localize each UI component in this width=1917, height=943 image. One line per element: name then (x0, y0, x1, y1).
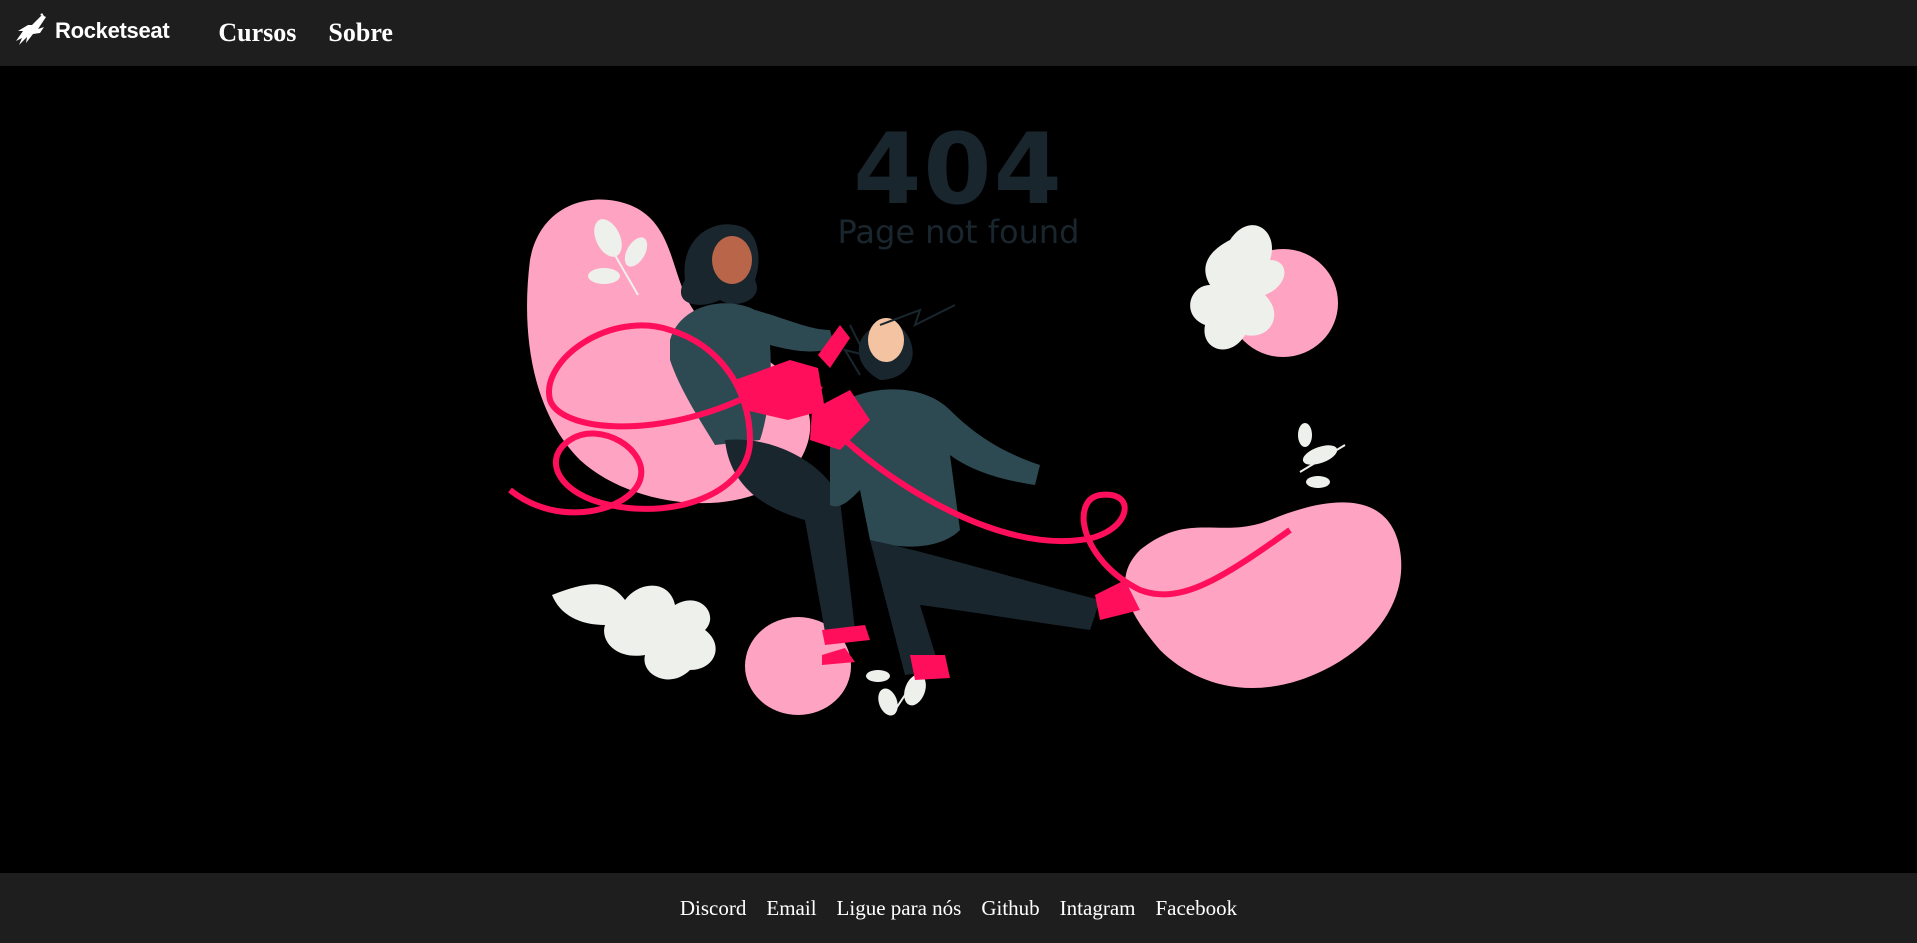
footer-link-phone[interactable]: Ligue para nós (837, 896, 962, 921)
brand-logo-link[interactable]: Rocketseat (14, 0, 170, 66)
footer-link-facebook[interactable]: Facebook (1155, 896, 1237, 921)
footer: Discord Email Ligue para nós Github Inta… (0, 873, 1917, 943)
error-message: Page not found (837, 213, 1080, 251)
footer-link-instagram[interactable]: Intagram (1060, 896, 1136, 921)
main-nav: Cursos Sobre (218, 18, 425, 48)
leaf-bottom-left (552, 584, 716, 680)
nav-link-sobre[interactable]: Sobre (328, 18, 393, 48)
top-navbar: Rocketseat Cursos Sobre (0, 0, 1917, 66)
error-code-heading: 404 (853, 113, 1064, 227)
footer-link-email[interactable]: Email (766, 896, 816, 921)
leaf-right-small (1298, 423, 1346, 488)
nav-link-cursos[interactable]: Cursos (218, 18, 296, 48)
rocket-logo-icon (16, 13, 46, 45)
footer-link-github[interactable]: Github (981, 896, 1039, 921)
footer-link-discord[interactable]: Discord (680, 896, 747, 921)
brand-name: Rocketseat (55, 18, 170, 43)
